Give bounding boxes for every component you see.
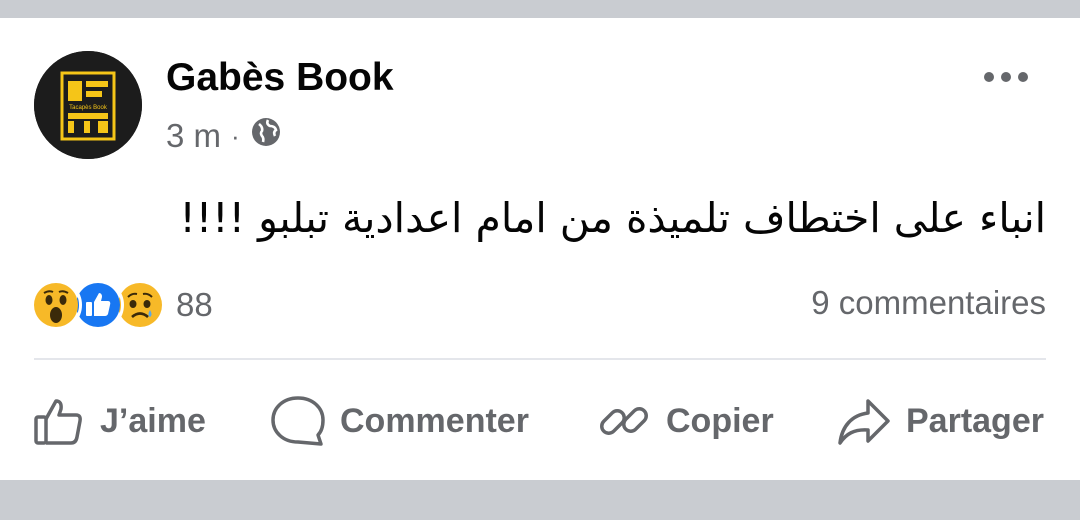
action-bar: J’aime Commenter Copier Partager [0,388,1080,454]
more-options-icon[interactable] [984,66,1028,88]
reaction-count: 88 [176,286,213,323]
comment-bubble-icon [270,393,326,449]
wow-reaction-icon [30,279,82,331]
post-card: Tacapès Book Gabès Book 3 m · انباء على … [0,18,1080,480]
thumbs-up-icon [30,393,86,449]
share-label: Partager [906,401,1044,440]
globe-icon [250,116,282,156]
post-text: انباء على اختطاف تلميذة من امام اعدادية … [179,194,1046,242]
share-arrow-icon [836,393,892,449]
post-time[interactable]: 3 m [166,117,221,155]
page-avatar[interactable]: Tacapès Book [34,51,142,159]
link-icon [596,393,652,449]
copy-link-button[interactable]: Copier [596,388,774,454]
divider [34,358,1046,360]
share-button[interactable]: Partager [836,388,1044,454]
page-name[interactable]: Gabès Book [166,56,394,100]
comment-button[interactable]: Commenter [270,388,529,454]
comment-label: Commenter [340,401,529,440]
copy-label: Copier [666,401,774,440]
meta-separator: · [231,120,240,151]
like-button[interactable]: J’aime [30,388,206,454]
gabes-book-logo: Tacapès Book [34,51,142,159]
comments-count[interactable]: 9 commentaires [811,284,1046,322]
logo-caption: Tacapès Book [69,105,108,111]
like-label: J’aime [100,401,206,440]
post-meta: 3 m · [166,116,282,156]
reactions-summary[interactable]: 88 [30,279,213,331]
